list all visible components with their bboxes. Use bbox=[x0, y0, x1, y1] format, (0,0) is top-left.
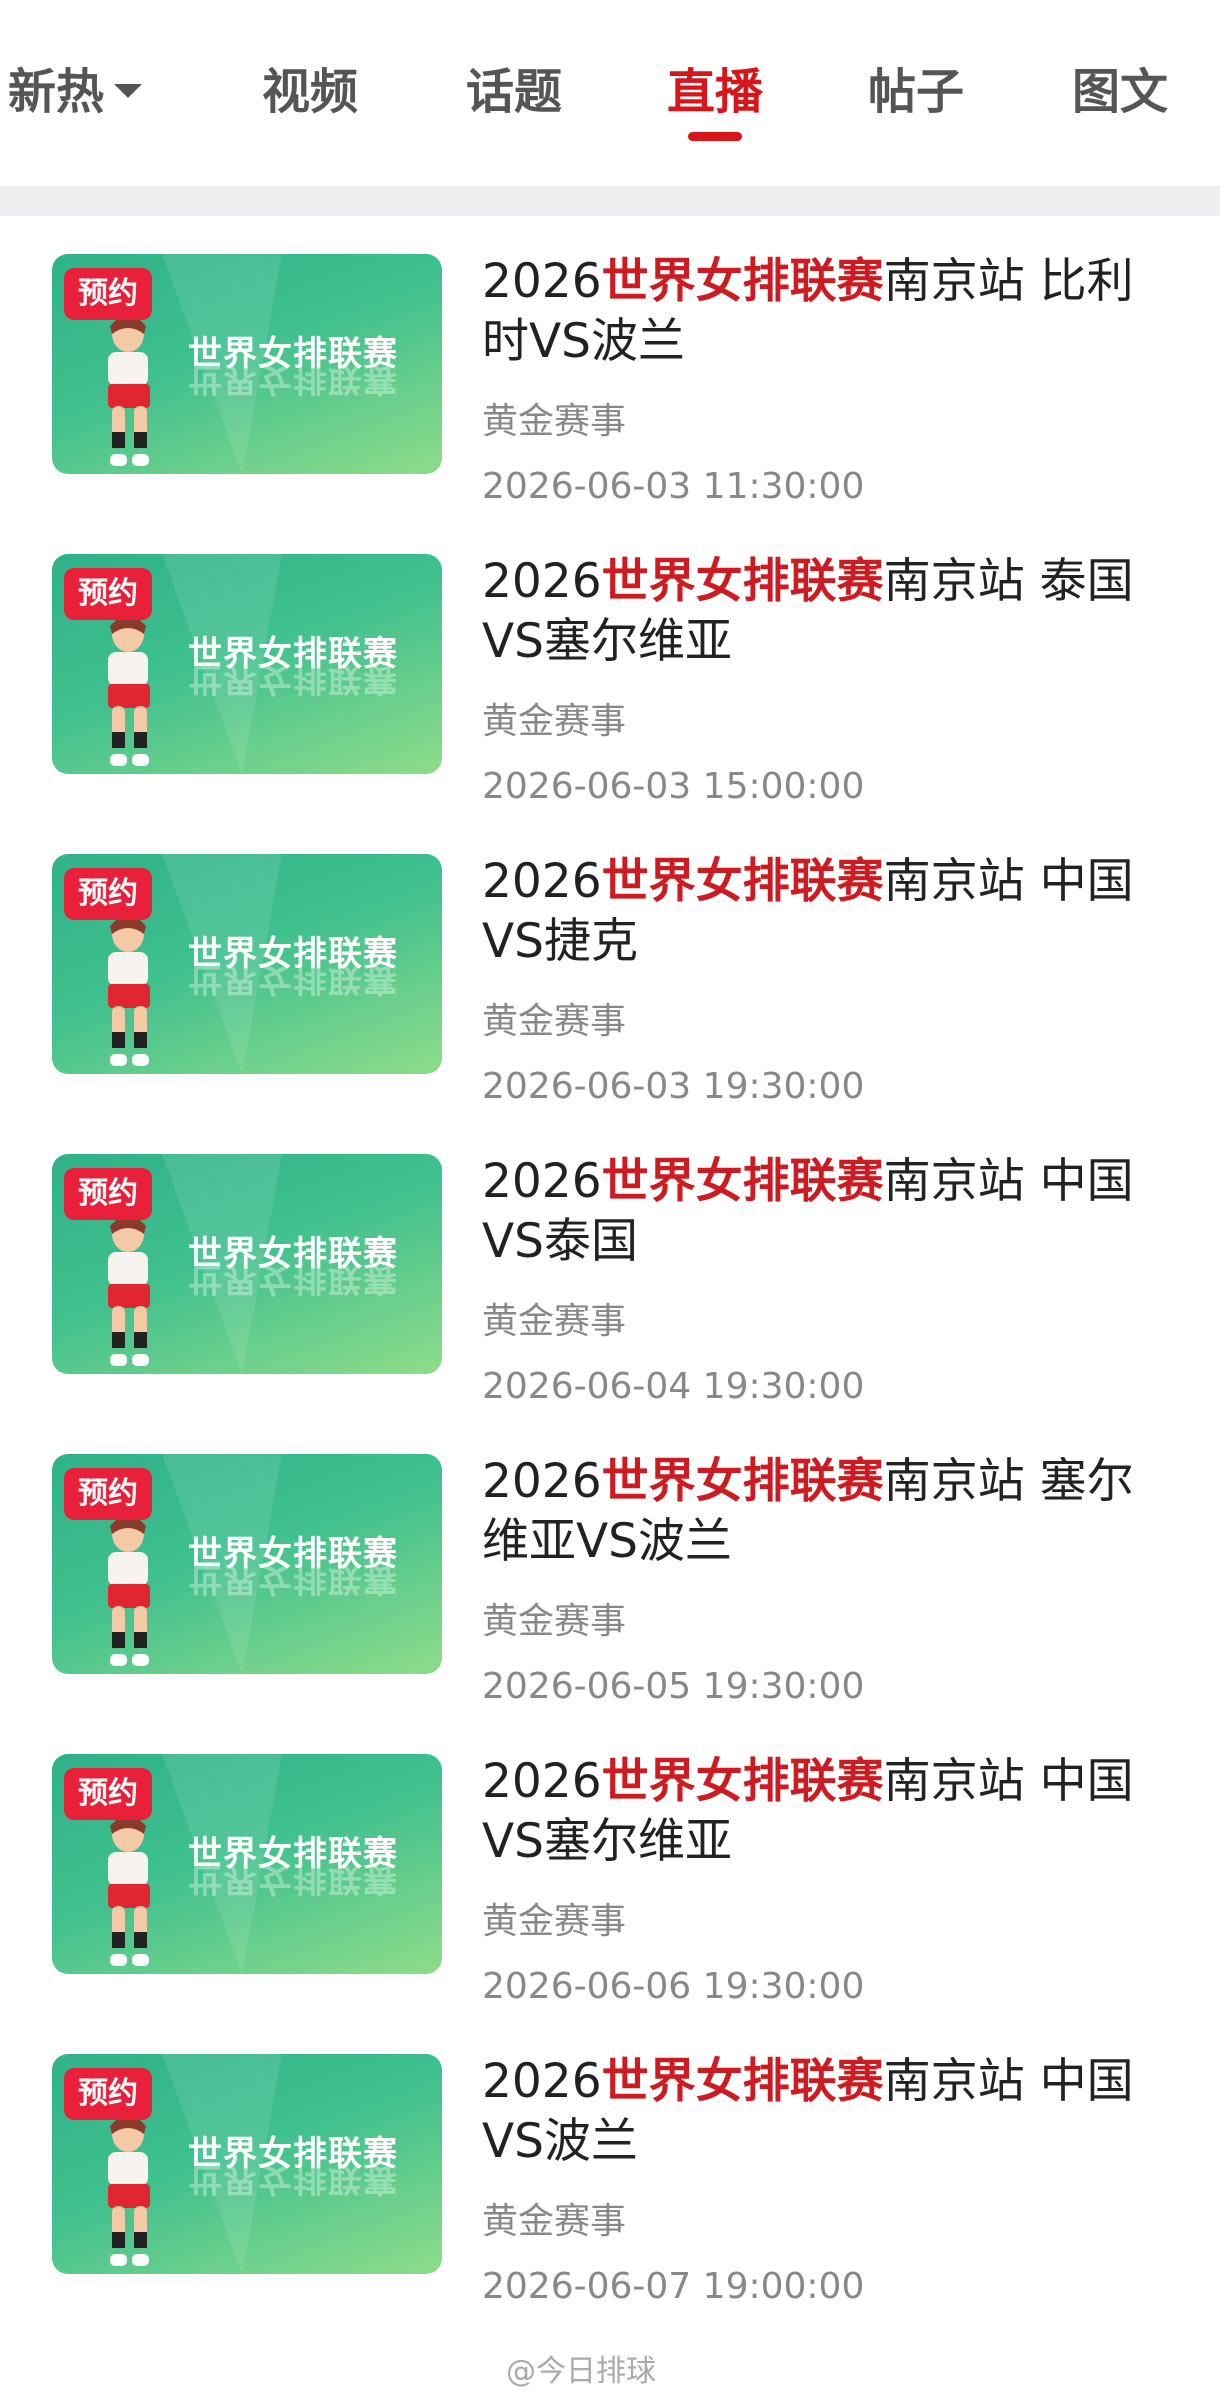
thumbnail-title-reflection: 世界女排联赛 bbox=[188, 1566, 398, 1598]
thumbnail-title-reflection: 世界女排联赛 bbox=[188, 366, 398, 398]
list-item[interactable]: 预约 世界女排联赛 世界女排联赛 2026世界女排联赛南京站 泰国VS塞尔维亚 … bbox=[0, 516, 1220, 821]
item-title[interactable]: 2026世界女排联赛南京站 中国VS塞尔维亚 bbox=[482, 1752, 1142, 1872]
title-prefix: 2026 bbox=[482, 854, 602, 909]
volleyball-player-icon bbox=[108, 2116, 150, 2266]
event-tag: 黄金赛事 bbox=[482, 701, 627, 742]
tab-live[interactable]: 直播 bbox=[667, 62, 763, 122]
title-highlight: 世界女排联赛 bbox=[601, 1454, 884, 1509]
reserve-badge[interactable]: 预约 bbox=[64, 1468, 152, 1520]
title-highlight: 世界女排联赛 bbox=[601, 1754, 884, 1809]
volleyball-player-icon bbox=[108, 1516, 150, 1666]
event-tag: 黄金赛事 bbox=[482, 1901, 627, 1942]
title-prefix: 2026 bbox=[482, 2054, 602, 2109]
start-time: 2026-06-03 15:00:00 bbox=[482, 766, 865, 807]
active-tab-indicator bbox=[688, 132, 742, 141]
thumbnail-title-reflection: 世界女排联赛 bbox=[188, 1866, 398, 1898]
tab-image-text[interactable]: 图文 bbox=[1072, 62, 1168, 122]
start-time: 2026-06-04 19:30:00 bbox=[482, 1366, 865, 1407]
tab-label: 帖子 bbox=[868, 64, 965, 120]
tab-posts[interactable]: 帖子 bbox=[868, 62, 964, 122]
item-title[interactable]: 2026世界女排联赛南京站 中国VS泰国 bbox=[482, 1152, 1142, 1272]
event-tag: 黄金赛事 bbox=[482, 1001, 627, 1042]
tab-label: 新热 bbox=[8, 64, 105, 120]
start-time: 2026-06-07 19:00:00 bbox=[482, 2266, 865, 2307]
thumbnail[interactable]: 预约 世界女排联赛 世界女排联赛 bbox=[52, 854, 442, 1074]
title-highlight: 世界女排联赛 bbox=[601, 1154, 884, 1209]
list-item[interactable]: 预约 世界女排联赛 世界女排联赛 2026世界女排联赛南京站 中国VS塞尔维亚 … bbox=[0, 1716, 1220, 2021]
reserve-badge[interactable]: 预约 bbox=[64, 2068, 152, 2120]
title-prefix: 2026 bbox=[482, 254, 602, 309]
thumbnail[interactable]: 预约 世界女排联赛 世界女排联赛 bbox=[52, 254, 442, 474]
list-item[interactable]: 预约 世界女排联赛 世界女排联赛 2026世界女排联赛南京站 中国VS波兰 黄金… bbox=[0, 2016, 1220, 2321]
volleyball-player-icon bbox=[108, 916, 150, 1066]
item-title[interactable]: 2026世界女排联赛南京站 塞尔维亚VS波兰 bbox=[482, 1452, 1142, 1572]
volleyball-player-icon bbox=[108, 316, 150, 466]
title-highlight: 世界女排联赛 bbox=[601, 254, 884, 309]
reserve-badge[interactable]: 预约 bbox=[64, 568, 152, 620]
thumbnail-title-reflection: 世界女排联赛 bbox=[188, 666, 398, 698]
item-title[interactable]: 2026世界女排联赛南京站 比利时VS波兰 bbox=[482, 252, 1142, 372]
title-prefix: 2026 bbox=[482, 1754, 602, 1809]
volleyball-player-icon bbox=[108, 1816, 150, 1966]
event-tag: 黄金赛事 bbox=[482, 2201, 627, 2242]
volleyball-player-icon bbox=[108, 1216, 150, 1366]
start-time: 2026-06-03 19:30:00 bbox=[482, 1066, 865, 1107]
start-time: 2026-06-06 19:30:00 bbox=[482, 1966, 865, 2007]
list-item[interactable]: 预约 世界女排联赛 世界女排联赛 2026世界女排联赛南京站 中国VS泰国 黄金… bbox=[0, 1116, 1220, 1421]
item-title[interactable]: 2026世界女排联赛南京站 中国VS捷克 bbox=[482, 852, 1142, 972]
start-time: 2026-06-05 19:30:00 bbox=[482, 1666, 865, 1707]
title-prefix: 2026 bbox=[482, 1454, 602, 1509]
reserve-badge[interactable]: 预约 bbox=[64, 1168, 152, 1220]
thumbnail[interactable]: 预约 世界女排联赛 世界女排联赛 bbox=[52, 1154, 442, 1374]
thumbnail[interactable]: 预约 世界女排联赛 世界女排联赛 bbox=[52, 1754, 442, 1974]
title-highlight: 世界女排联赛 bbox=[601, 554, 884, 609]
section-divider bbox=[0, 186, 1220, 216]
tab-xinre[interactable]: 新热 bbox=[8, 62, 143, 122]
item-title[interactable]: 2026世界女排联赛南京站 中国VS波兰 bbox=[482, 2052, 1142, 2172]
list-item[interactable]: 预约 世界女排联赛 世界女排联赛 2026世界女排联赛南京站 比利时VS波兰 黄… bbox=[0, 216, 1220, 521]
tab-label: 视频 bbox=[262, 64, 359, 120]
tab-label: 话题 bbox=[466, 64, 563, 120]
thumbnail-title-reflection: 世界女排联赛 bbox=[188, 2166, 398, 2198]
tab-topics[interactable]: 话题 bbox=[466, 62, 562, 122]
reserve-badge[interactable]: 预约 bbox=[64, 268, 152, 320]
item-title[interactable]: 2026世界女排联赛南京站 泰国VS塞尔维亚 bbox=[482, 552, 1142, 672]
thumbnail-title-reflection: 世界女排联赛 bbox=[188, 966, 398, 998]
chevron-down-icon bbox=[114, 84, 143, 98]
title-highlight: 世界女排联赛 bbox=[601, 2054, 884, 2109]
title-highlight: 世界女排联赛 bbox=[601, 854, 884, 909]
tab-video[interactable]: 视频 bbox=[262, 62, 358, 122]
watermark: @今日排球 bbox=[506, 2354, 656, 2389]
tab-label: 直播 bbox=[667, 64, 764, 120]
thumbnail[interactable]: 预约 世界女排联赛 世界女排联赛 bbox=[52, 554, 442, 774]
thumbnail[interactable]: 预约 世界女排联赛 世界女排联赛 bbox=[52, 1454, 442, 1674]
start-time: 2026-06-03 11:30:00 bbox=[482, 466, 865, 507]
list-item[interactable]: 预约 世界女排联赛 世界女排联赛 2026世界女排联赛南京站 塞尔维亚VS波兰 … bbox=[0, 1416, 1220, 1721]
volleyball-player-icon bbox=[108, 616, 150, 766]
event-tag: 黄金赛事 bbox=[482, 1601, 627, 1642]
event-tag: 黄金赛事 bbox=[482, 401, 627, 442]
list-item[interactable]: 预约 世界女排联赛 世界女排联赛 2026世界女排联赛南京站 中国VS捷克 黄金… bbox=[0, 816, 1220, 1121]
top-tab-bar: 新热 视频 话题 直播 帖子 图文 bbox=[0, 0, 1220, 186]
reserve-badge[interactable]: 预约 bbox=[64, 868, 152, 920]
thumbnail-title-reflection: 世界女排联赛 bbox=[188, 1266, 398, 1298]
title-prefix: 2026 bbox=[482, 1154, 602, 1209]
thumbnail[interactable]: 预约 世界女排联赛 世界女排联赛 bbox=[52, 2054, 442, 2274]
tab-label: 图文 bbox=[1072, 64, 1169, 120]
event-tag: 黄金赛事 bbox=[482, 1301, 627, 1342]
reserve-badge[interactable]: 预约 bbox=[64, 1768, 152, 1820]
title-prefix: 2026 bbox=[482, 554, 602, 609]
